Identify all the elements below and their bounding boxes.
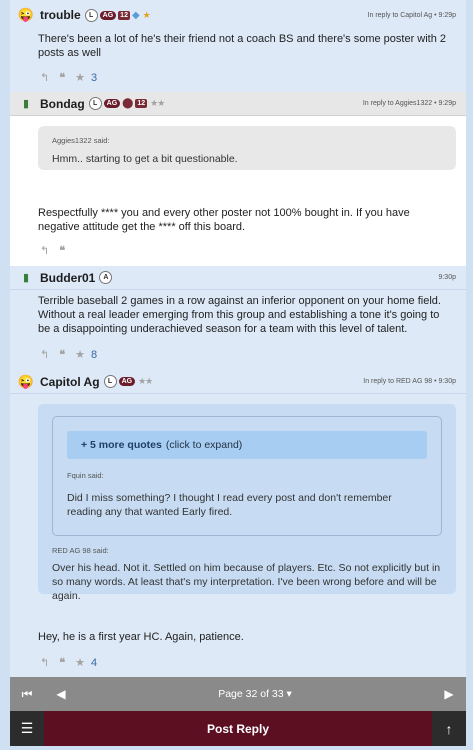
post-capitol-ag: 😜 Capitol Ag L AG ★★ In reply to RED AG …	[10, 370, 466, 677]
alumni-badge: A	[99, 271, 113, 284]
star-rank-icon: ★★	[138, 376, 153, 386]
level-badge: L	[88, 97, 102, 110]
quote-icon[interactable]: ❝	[59, 348, 65, 361]
ag-badge: AG	[118, 377, 136, 386]
star-rank-icon: ★★	[150, 98, 165, 108]
quote-text: Hmm.. starting to get a bit questionable…	[52, 153, 238, 165]
post-header: 😜 Capitol Ag L AG ★★ In reply to RED AG …	[10, 370, 466, 394]
post-meta: In reply to RED AG 98 • 9:30p	[363, 378, 456, 385]
reply-icon[interactable]: ↰	[40, 244, 49, 257]
inner-quote-author: Fquin said:	[67, 471, 104, 480]
more-quotes-count: + 5 more quotes	[81, 439, 162, 451]
star-rank-icon: ★	[142, 9, 151, 20]
quote-block: Aggies1322 said: Hmm.. starting to get a…	[38, 126, 456, 170]
left-gutter	[0, 0, 10, 750]
outer-quote-block: + 5 more quotes (click to expand) Fquin …	[38, 404, 456, 602]
outer-quote-text: Over his head. Not it. Settled on him be…	[52, 562, 441, 602]
post-meta: 9:30p	[438, 274, 456, 281]
first-page-icon[interactable]: ⏮	[10, 677, 44, 711]
menu-icon[interactable]: ☰	[10, 711, 44, 746]
username[interactable]: Capitol Ag	[40, 375, 100, 389]
quote-icon[interactable]: ❝	[59, 656, 65, 669]
post-body: Respectfully **** you and every other po…	[10, 206, 466, 234]
star-count[interactable]: 4	[91, 657, 97, 669]
reply-icon[interactable]: ↰	[40, 656, 49, 669]
outer-quote-author: RED AG 98 said:	[52, 546, 109, 555]
post-header: ▮ Bondag L AG ⬤ 12 ★★ In reply to Aggies…	[10, 92, 466, 116]
post-bondag: ▮ Bondag L AG ⬤ 12 ★★ In reply to Aggies…	[10, 92, 466, 266]
prev-page-icon[interactable]: ◀	[44, 677, 78, 711]
post-actions: ↰ ❝ ★ 8	[10, 348, 107, 362]
post-meta: In reply to Aggies1322 • 9:29p	[362, 100, 456, 107]
pagination-bar: ⏮ ◀ Page 32 of 33 ▾ ▶	[10, 677, 466, 711]
post-trouble: 😜 trouble L AG 12 ◆ ★ In reply to Capito…	[10, 0, 466, 92]
phone-icon: ▮	[22, 98, 30, 110]
username[interactable]: Budder01	[40, 271, 95, 285]
diamond-icon: ◆	[131, 9, 140, 21]
post-text: Hey, he is a first year HC. Again, patie…	[38, 631, 244, 643]
page-selector[interactable]: Page 32 of 33 ▾	[78, 688, 432, 700]
more-quotes-hint: (click to expand)	[165, 439, 243, 451]
post-actions: ↰ ❝ ★ 3	[10, 71, 107, 85]
emoji-face-icon[interactable]: 😜	[18, 374, 34, 390]
post-header: 😜 trouble L AG 12 ◆ ★ In reply to Capito…	[10, 0, 466, 30]
inner-quote-text: Did I miss something? I thought I read e…	[67, 492, 392, 518]
year-badge: 12	[118, 10, 130, 20]
next-page-icon[interactable]: ▶	[432, 677, 466, 711]
star-icon[interactable]: ★	[75, 348, 85, 361]
star-icon[interactable]: ★	[75, 656, 85, 669]
post-text: Terrible baseball 2 games in a row again…	[38, 295, 441, 335]
inner-quote-block: + 5 more quotes (click to expand) Fquin …	[52, 416, 442, 536]
level-badge: L	[84, 8, 98, 22]
phone-icon: ▮	[22, 272, 30, 284]
star-icon[interactable]: ★	[75, 71, 85, 84]
post-text: Respectfully **** you and every other po…	[38, 207, 410, 233]
emoji-face-icon[interactable]: 😜	[18, 7, 34, 23]
star-count[interactable]: 8	[91, 349, 97, 361]
quote-icon[interactable]: ❝	[59, 244, 65, 257]
post-text: There's been a lot of he's their friend …	[38, 33, 447, 59]
post-body: There's been a lot of he's their friend …	[10, 30, 466, 60]
quote-icon[interactable]: ❝	[59, 71, 65, 84]
ag-badge: AG	[99, 10, 117, 20]
year-badge: 12	[135, 99, 148, 108]
post-actions: ↰ ❝	[10, 244, 75, 257]
star-count[interactable]: 3	[91, 72, 97, 84]
reply-icon[interactable]: ↰	[40, 348, 49, 361]
level-badge: L	[103, 375, 117, 388]
reply-icon[interactable]: ↰	[40, 71, 49, 84]
scroll-top-icon[interactable]: ↑	[432, 711, 466, 746]
post-body: Hey, he is a first year HC. Again, patie…	[10, 630, 466, 644]
username[interactable]: trouble	[40, 8, 81, 22]
post-actions: ↰ ❝ ★ 4	[10, 656, 107, 670]
post-budder01: ▮ Budder01 A 9:30p Terrible baseball 2 g…	[10, 266, 466, 370]
helmet-icon: ⬤	[122, 98, 134, 109]
quote-author: Aggies1322 said:	[52, 136, 110, 145]
reply-bar: ☰ Post Reply ↑	[10, 711, 466, 746]
post-meta: In reply to Capitol Ag • 9:29p	[367, 11, 456, 19]
username[interactable]: Bondag	[40, 97, 85, 111]
post-header: ▮ Budder01 A 9:30p	[10, 266, 466, 290]
post-reply-button[interactable]: Post Reply	[44, 722, 432, 736]
post-body: Terrible baseball 2 games in a row again…	[10, 290, 466, 336]
ag-badge: AG	[103, 99, 121, 108]
expand-quotes-button[interactable]: + 5 more quotes (click to expand)	[67, 431, 427, 459]
